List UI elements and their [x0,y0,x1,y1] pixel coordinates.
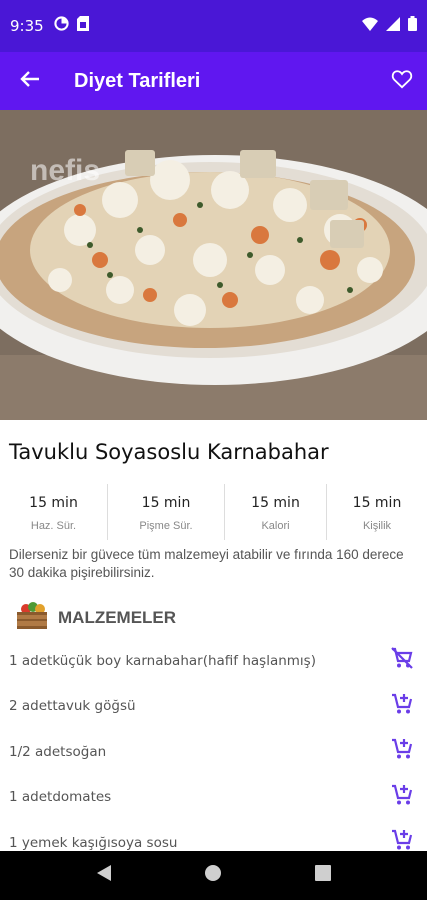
stat-prep-time: 15 min Haz. Sür. [0,484,107,540]
add-to-cart-button[interactable] [387,691,417,721]
ingredients-list: 1 adetküçük boy karnabahar(hafif haşlanm… [0,638,427,866]
stat-value: 15 min [29,495,78,511]
list-item: 1 adetküçük boy karnabahar(hafif haşlanm… [0,638,427,684]
stat-label: Kişilik [362,520,392,532]
ingredient-text: 1/2 adetsoğan [9,743,107,760]
app-bar: Diyet Tarifleri [0,52,427,110]
home-circle-icon[interactable] [204,864,222,887]
remove-from-cart-button[interactable] [387,646,417,676]
arrow-back-icon [20,70,40,93]
recents-square-icon[interactable] [314,865,331,886]
heart-outline-icon [391,69,413,94]
sim-card-icon [76,16,89,36]
stat-value: 15 min [141,495,191,511]
ingredient-text: 1 adetküçük boy karnabahar(hafif haşlanm… [9,652,316,669]
list-item: 1 adetdomates [0,775,427,821]
battery-icon [408,16,417,36]
system-nav-bar [0,851,427,900]
stat-label: Pişme Sür. [139,520,193,532]
data-saver-icon [54,16,69,36]
status-time: 9:35 [10,17,44,35]
stat-value: 15 min [251,495,300,511]
back-button[interactable] [0,52,60,110]
app-title: Diyet Tarifleri [74,69,201,92]
stat-cook-time: 15 min Pişme Sür. [107,484,224,540]
add-shopping-cart-icon [390,737,414,766]
recipe-description: Dilerseniz bir güvece tüm malzemeyi atab… [9,547,404,580]
vegetable-crate-icon [16,600,48,635]
list-item: 1/2 adetsoğan [0,729,427,775]
ingredient-text: 1 adetdomates [9,789,112,806]
list-item: 2 adettavuk göğsü [0,684,427,730]
stat-label: Kalori [261,520,290,532]
stat-label: Haz. Sür. [30,520,77,532]
add-to-cart-button[interactable] [387,782,417,812]
stat-value: 15 min [352,495,402,511]
status-bar: 9:35 [0,0,427,52]
remove-shopping-cart-icon [390,646,414,675]
add-to-cart-button[interactable] [387,737,417,767]
stat-servings: 15 min Kişilik [326,484,427,540]
photo-watermark: nefis [30,154,100,187]
ingredients-title: MALZEMELER [58,607,177,627]
ingredient-text: 1 yemek kaşığısoya sosu [9,834,178,851]
recipe-title: Tavuklu Soyasoslu Karnabahar [9,440,329,464]
add-shopping-cart-icon [390,783,414,812]
recipe-photo: nefis [0,110,427,420]
stat-calories: 15 min Kalori [224,484,326,540]
recipe-stats: 15 min Haz. Sür. 15 min Pişme Sür. 15 mi… [0,484,427,540]
favorite-button[interactable] [377,52,427,110]
back-triangle-icon[interactable] [96,864,112,887]
add-shopping-cart-icon [390,692,414,721]
wifi-icon [362,17,378,36]
signal-icon [386,16,400,36]
ingredients-header: MALZEMELER [16,600,176,635]
ingredient-text: 2 adettavuk göğsü [9,698,136,715]
